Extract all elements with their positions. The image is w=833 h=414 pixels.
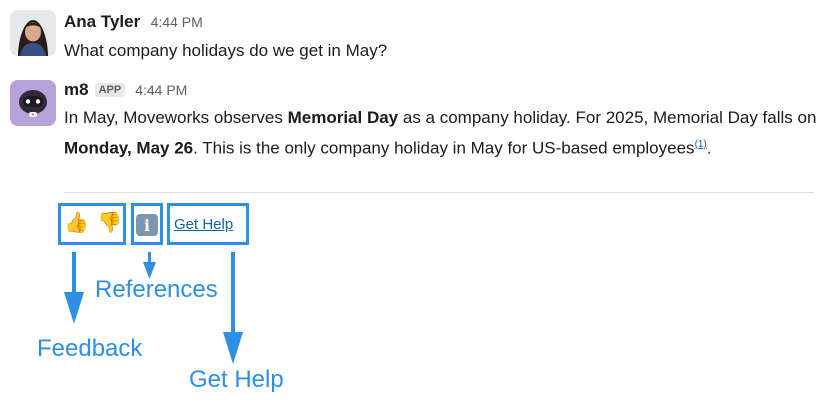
feedback-arrow-head <box>64 292 84 324</box>
references-annotation: References <box>95 276 218 303</box>
get-help-annotation: Get Help <box>189 366 284 393</box>
get-help-arrow-shaft <box>231 252 235 338</box>
feedback-annotation: Feedback <box>37 335 143 362</box>
get-help-arrow-head <box>223 332 243 364</box>
feedback-arrow-shaft <box>72 252 76 298</box>
